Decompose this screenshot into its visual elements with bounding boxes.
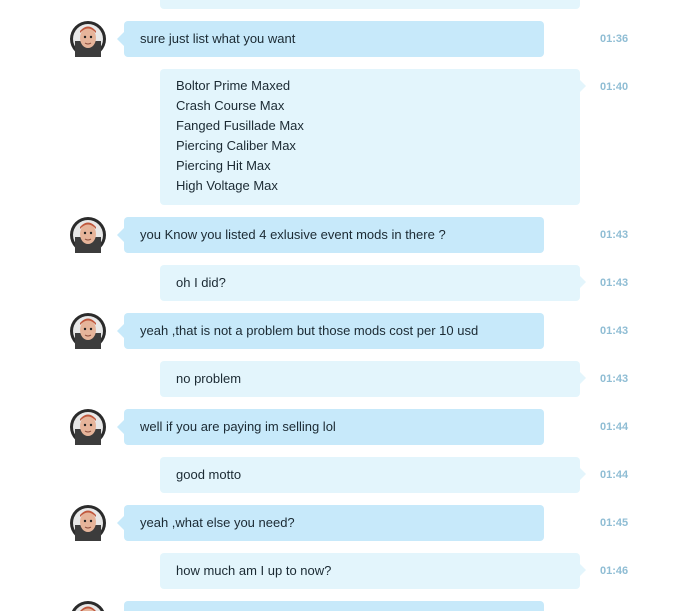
message-bubble[interactable]: Boltor Prime Maxed Crash Course Max Fang… — [160, 69, 586, 205]
contact-avatar-icon[interactable] — [70, 409, 106, 445]
message-text: High Voltage Max — [176, 178, 278, 193]
message-text: yeah ,that is not a problem but those mo… — [140, 323, 479, 338]
contact-avatar-icon[interactable] — [70, 313, 106, 349]
message-bubble[interactable]: oh I did? — [160, 265, 586, 301]
message-text: Crash Course Max — [176, 98, 285, 113]
message-text: good motto — [176, 467, 242, 482]
message-timestamp: 01:43 — [600, 373, 629, 385]
message-text: Piercing Caliber Max — [176, 138, 296, 153]
message-bubble[interactable]: well if you are paying im selling lol — [117, 409, 544, 445]
message-bubble[interactable]: you Know you listed 4 exlusive event mod… — [117, 217, 544, 253]
message-text: no problem — [176, 371, 242, 386]
message-bubble-partial-bottom — [124, 601, 544, 611]
message-text: Boltor Prime Maxed — [176, 78, 291, 93]
contact-avatar-icon[interactable] — [70, 217, 106, 253]
message-bubble-partial-top — [160, 0, 580, 9]
message-timestamp: 01:45 — [600, 517, 629, 529]
message-text: yeah ,what else you need? — [140, 515, 295, 530]
message-text: how much am I up to now? — [176, 563, 332, 578]
message-timestamp: 01:44 — [600, 421, 629, 433]
contact-avatar-icon[interactable] — [70, 505, 106, 541]
message-text: you Know you listed 4 exlusive event mod… — [140, 227, 446, 242]
message-timestamp: 01:46 — [600, 565, 629, 577]
contact-avatar-icon[interactable] — [70, 21, 106, 57]
message-bubble[interactable]: yeah ,what else you need? — [117, 505, 544, 541]
message-bubble[interactable]: yeah ,that is not a problem but those mo… — [117, 313, 544, 349]
message-text: Fanged Fusillade Max — [176, 118, 304, 133]
message-timestamp: 01:43 — [600, 229, 629, 241]
message-timestamp: 01:43 — [600, 325, 629, 337]
message-timestamp: 01:44 — [600, 469, 629, 481]
message-timestamp: 01:36 — [600, 33, 629, 45]
message-bubble[interactable]: sure just list what you want — [117, 21, 544, 57]
message-timestamp: 01:43 — [600, 277, 629, 289]
contact-avatar-icon[interactable] — [70, 601, 106, 611]
message-bubble[interactable]: no problem — [160, 361, 586, 397]
message-text: oh I did? — [176, 275, 226, 290]
message-text: well if you are paying im selling lol — [140, 419, 336, 434]
chat-history[interactable]: sure just list what you want 01:36 Bolto… — [0, 0, 674, 611]
message-text: Piercing Hit Max — [176, 158, 271, 173]
message-text: sure just list what you want — [140, 31, 296, 46]
message-timestamp: 01:40 — [600, 81, 629, 93]
message-bubble[interactable]: good motto — [160, 457, 586, 493]
message-bubble[interactable]: how much am I up to now? — [160, 553, 586, 589]
